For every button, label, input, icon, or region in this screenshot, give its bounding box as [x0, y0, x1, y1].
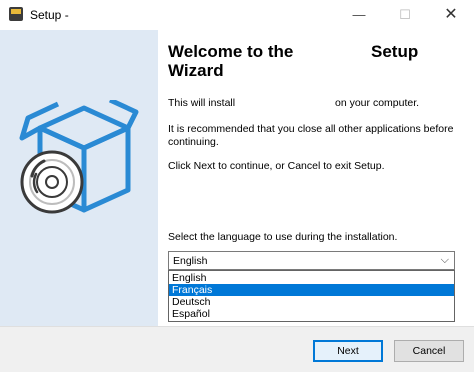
language-option-deutsch[interactable]: Deutsch — [169, 296, 454, 308]
language-select[interactable]: English ⌵ — [168, 251, 455, 270]
setup-app-icon — [9, 7, 23, 21]
cancel-button[interactable]: Cancel — [394, 340, 464, 362]
install-message: This will install on your computer. — [168, 97, 419, 110]
chevron-down-icon[interactable]: ⌵ — [441, 254, 449, 267]
title-part-2: Setup — [371, 42, 419, 61]
recommend-message: It is recommended that you close all oth… — [168, 123, 454, 148]
continue-message: Click Next to continue, or Cancel to exi… — [168, 160, 385, 172]
title-part-1: Welcome to the — [168, 42, 294, 61]
minimize-button[interactable]: — — [336, 0, 382, 30]
language-dropdown-list: English Français Deutsch Español — [168, 270, 455, 322]
window-title: Setup - — [30, 8, 69, 22]
software-box-disc-icon — [19, 100, 139, 214]
title-bar: Setup - — ☐ ✕ — [0, 0, 474, 30]
language-selected-value: English — [173, 255, 208, 267]
install-text-before: This will install — [168, 97, 236, 109]
next-button[interactable]: Next — [313, 340, 383, 362]
wizard-side-panel — [0, 30, 158, 326]
language-option-english[interactable]: English — [169, 272, 454, 284]
language-option-francais[interactable]: Français — [169, 284, 454, 296]
close-button[interactable]: ✕ — [428, 0, 474, 30]
install-text-after: on your computer. — [335, 97, 420, 109]
maximize-button: ☐ — [399, 7, 411, 22]
title-part-3: Wizard — [168, 61, 224, 80]
language-prompt: Select the language to use during the in… — [168, 231, 398, 243]
language-option-espanol[interactable]: Español — [169, 308, 454, 320]
